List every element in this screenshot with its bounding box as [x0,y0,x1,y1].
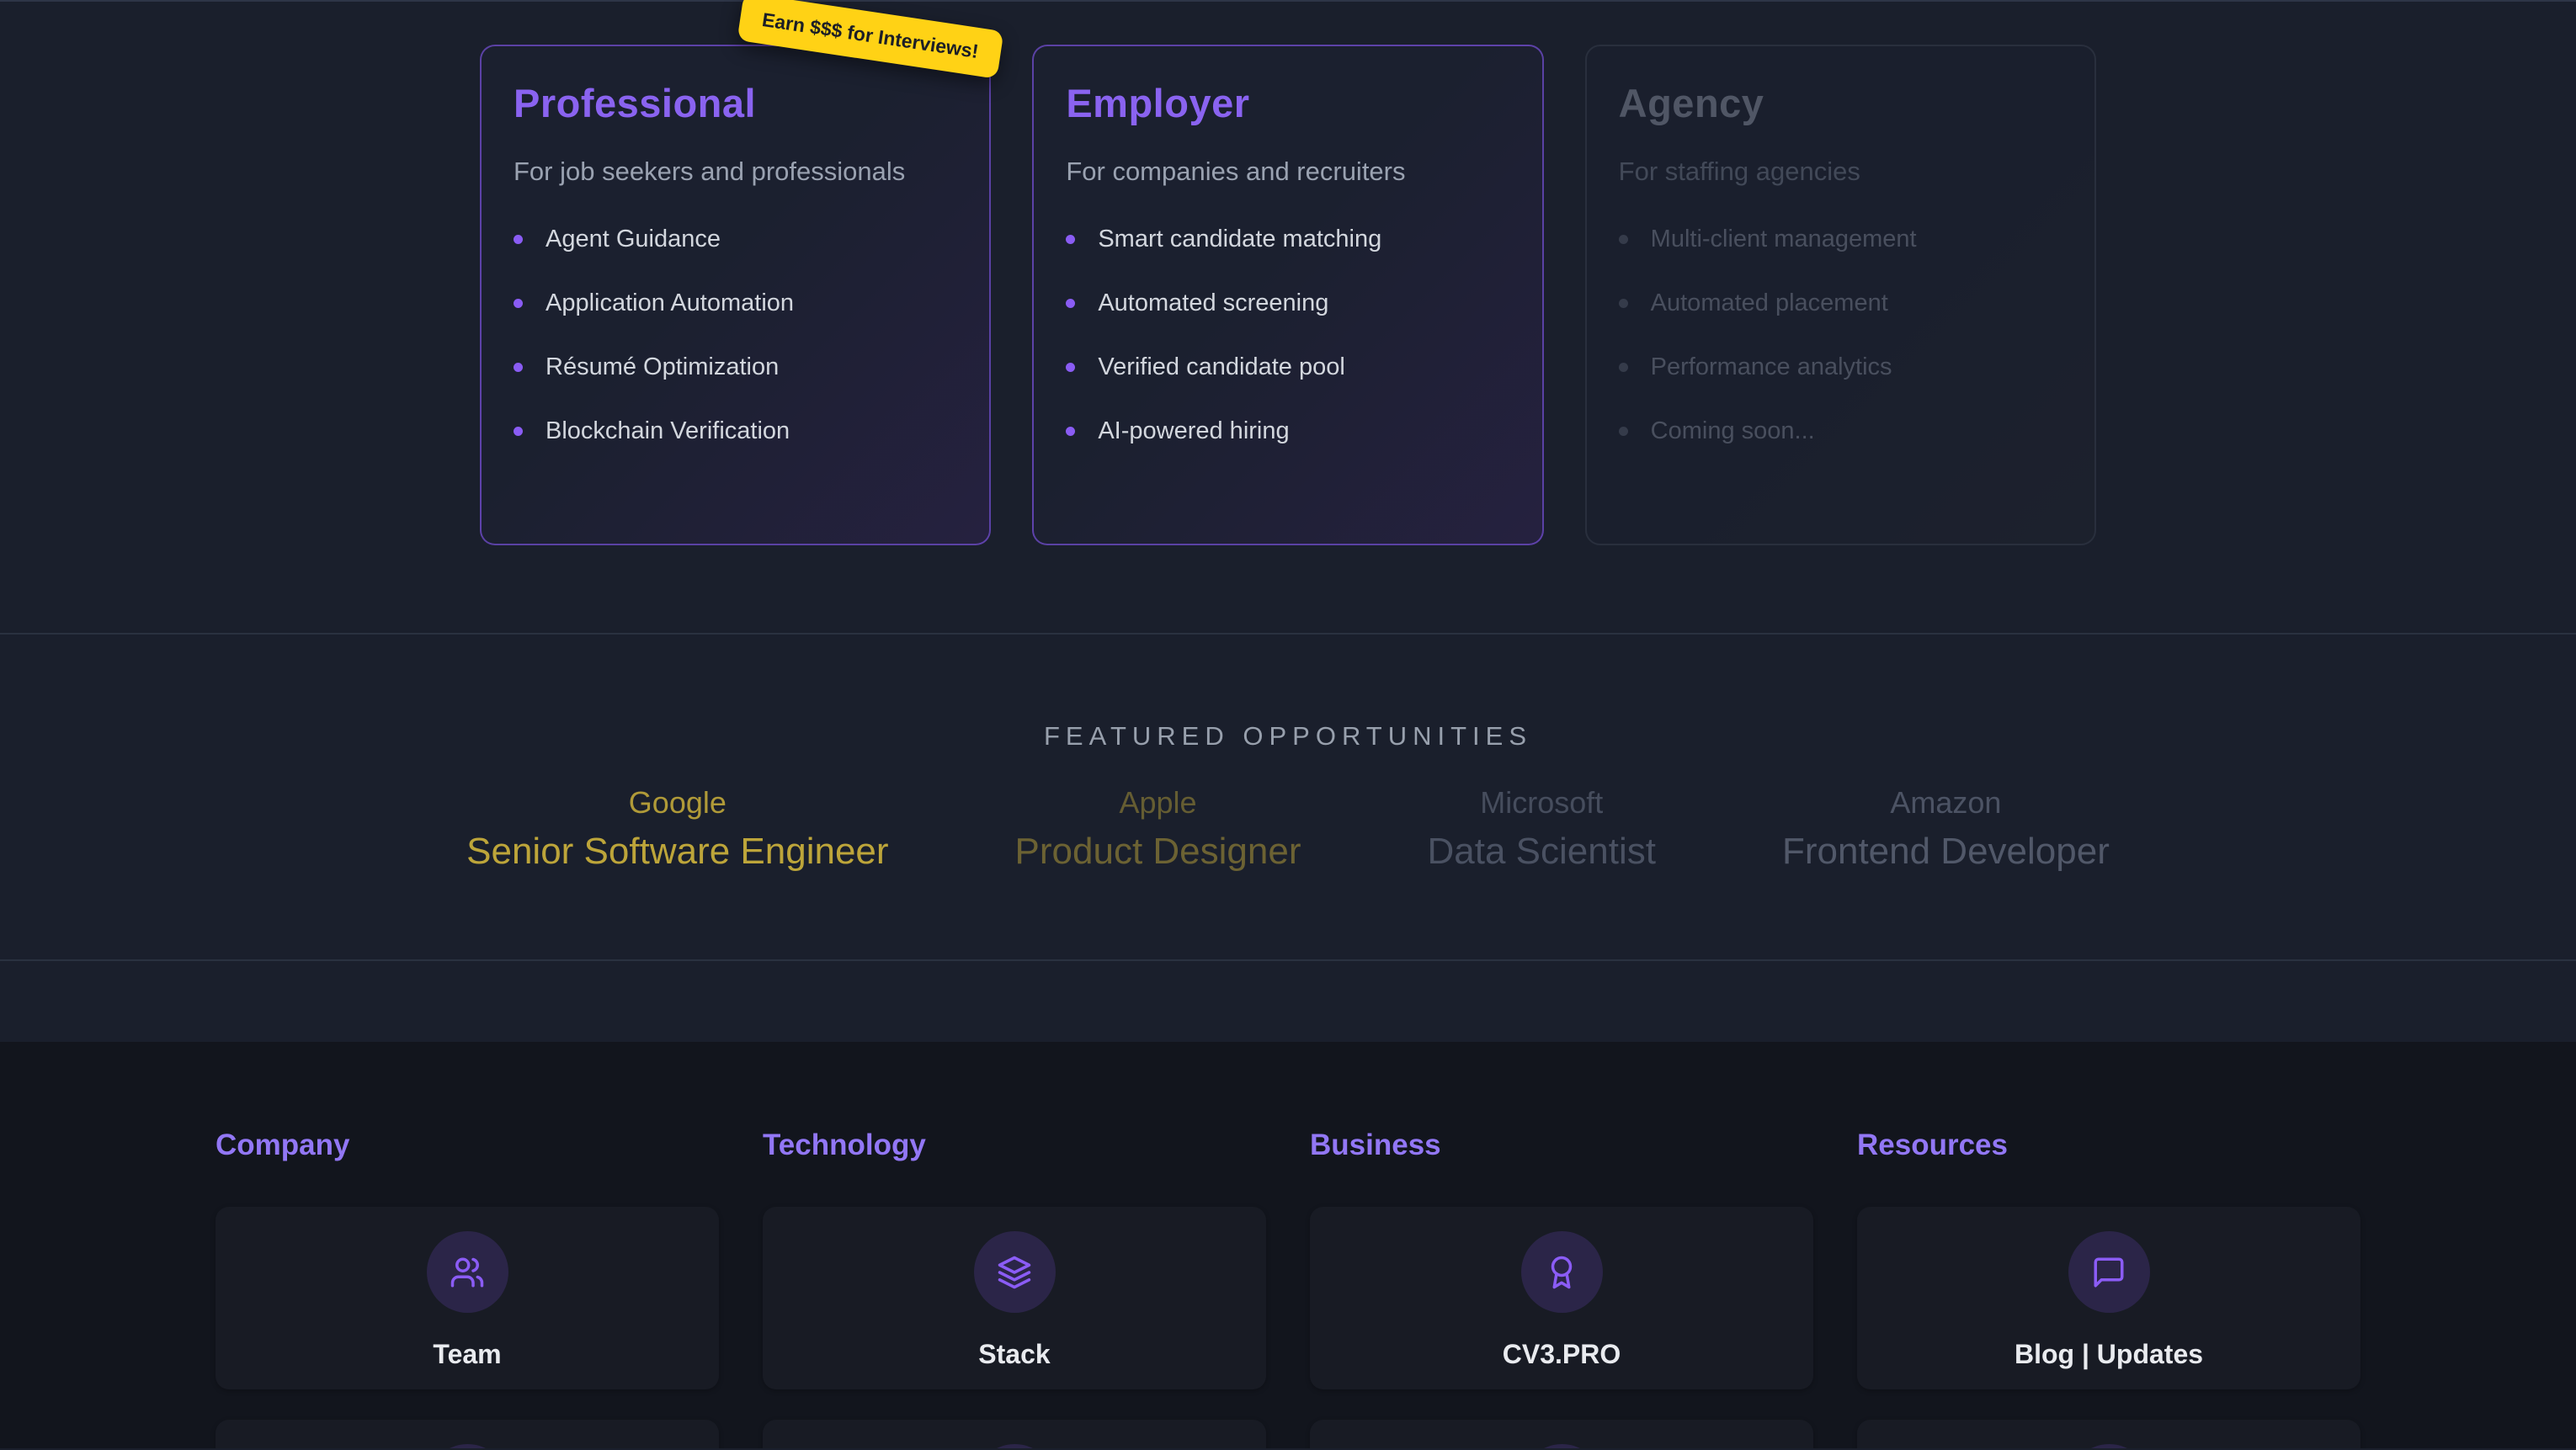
bullet-dot-icon [514,235,523,244]
plan-feature: Automated screening [1066,289,1509,317]
footer-grid: Company Team Technology [216,1129,2360,1448]
plan-card-professional[interactable]: Professional For job seekers and profess… [480,45,991,545]
plan-feature: Application Automation [514,289,957,317]
footer-column-heading: Company [216,1129,719,1162]
featured-jobs-carousel: Google Senior Software Engineer Apple Pr… [0,785,2576,873]
message-square-icon [2068,1231,2150,1313]
plan-subtitle: For job seekers and professionals [514,157,957,187]
bullet-dot-icon [1066,427,1075,436]
hidden-icon [974,1444,1056,1448]
bullet-dot-icon [1066,299,1075,308]
job-company: Google [466,785,888,821]
plans-grid: Earn $$$ for Interviews! Professional Fo… [480,2,2096,545]
plan-feature-list: Multi-client management Automated placem… [1619,226,2062,445]
footer-card-partial[interactable] [1310,1420,1813,1448]
pricing-page: Earn $$$ for Interviews! Professional Fo… [0,0,2576,1448]
featured-job-amazon[interactable]: Amazon Frontend Developer [1782,785,2110,873]
bullet-dot-icon [1619,299,1628,308]
plan-feature: Blockchain Verification [514,417,957,445]
footer-column-heading: Technology [763,1129,1266,1162]
plan-feature-list: Smart candidate matching Automated scree… [1066,226,1509,445]
plan-feature: Automated placement [1619,289,2062,317]
footer-column-technology: Technology Stack [763,1129,1266,1448]
job-company: Apple [1015,785,1301,821]
plan-title: Employer [1066,80,1509,126]
users-icon [427,1231,508,1313]
footer-card-label: Team [433,1339,501,1370]
plan-subtitle: For staffing agencies [1619,157,2062,187]
section-spacer [0,961,2576,1042]
plans-section: Earn $$$ for Interviews! Professional Fo… [0,0,2576,635]
footer-column-company: Company Team [216,1129,719,1448]
footer-column-heading: Business [1310,1129,1813,1162]
bullet-dot-icon [1619,363,1628,372]
footer-card-stack[interactable]: Stack [763,1207,1266,1389]
footer-column-heading: Resources [1857,1129,2360,1162]
plan-feature: AI-powered hiring [1066,417,1509,445]
footer-card-blog[interactable]: Blog | Updates [1857,1207,2360,1389]
footer-card-label: Stack [978,1339,1050,1370]
footer-card-label: CV3.PRO [1503,1339,1621,1370]
featured-job-apple[interactable]: Apple Product Designer [1015,785,1301,873]
plan-card-agency: Agency For staffing agencies Multi-clien… [1585,45,2096,545]
bullet-dot-icon [1066,363,1075,372]
featured-job-microsoft[interactable]: Microsoft Data Scientist [1428,785,1656,873]
site-footer: Company Team Technology [0,1042,2576,1448]
footer-column-business: Business CV3.PRO [1310,1129,1813,1448]
bullet-dot-icon [1066,235,1075,244]
plan-title: Professional [514,80,957,126]
job-role: Data Scientist [1428,831,1656,873]
featured-heading: FEATURED OPPORTUNITIES [0,721,2576,752]
job-company: Amazon [1782,785,2110,821]
job-role: Senior Software Engineer [466,831,888,873]
plan-feature: Smart candidate matching [1066,226,1509,253]
footer-card-partial[interactable] [216,1420,719,1448]
hidden-icon [2068,1444,2150,1448]
plan-feature: Verified candidate pool [1066,353,1509,381]
plan-feature: Performance analytics [1619,353,2062,381]
hidden-icon [427,1444,508,1448]
footer-card-partial[interactable] [763,1420,1266,1448]
plan-feature: Agent Guidance [514,226,957,253]
plan-subtitle: For companies and recruiters [1066,157,1509,187]
plan-feature: Multi-client management [1619,226,2062,253]
footer-card-partial[interactable] [1857,1420,2360,1448]
footer-card-label: Blog | Updates [2014,1339,2203,1370]
plan-title: Agency [1619,80,2062,126]
bullet-dot-icon [1619,235,1628,244]
job-company: Microsoft [1428,785,1656,821]
bullet-dot-icon [514,299,523,308]
plan-card-employer[interactable]: Employer For companies and recruiters Sm… [1032,45,1543,545]
plan-feature: Résumé Optimization [514,353,957,381]
bullet-dot-icon [1619,427,1628,436]
layers-icon [974,1231,1056,1313]
plan-feature-list: Agent Guidance Application Automation Ré… [514,226,957,445]
bullet-dot-icon [514,427,523,436]
featured-opportunities-section: FEATURED OPPORTUNITIES Google Senior Sof… [0,635,2576,961]
featured-job-google[interactable]: Google Senior Software Engineer [466,785,888,873]
footer-card-cv3pro[interactable]: CV3.PRO [1310,1207,1813,1389]
footer-card-team[interactable]: Team [216,1207,719,1389]
footer-column-resources: Resources Blog | Updates [1857,1129,2360,1448]
hidden-icon [1521,1444,1603,1448]
job-role: Frontend Developer [1782,831,2110,873]
job-role: Product Designer [1015,831,1301,873]
award-icon [1521,1231,1603,1313]
bullet-dot-icon [514,363,523,372]
plan-feature: Coming soon... [1619,417,2062,445]
